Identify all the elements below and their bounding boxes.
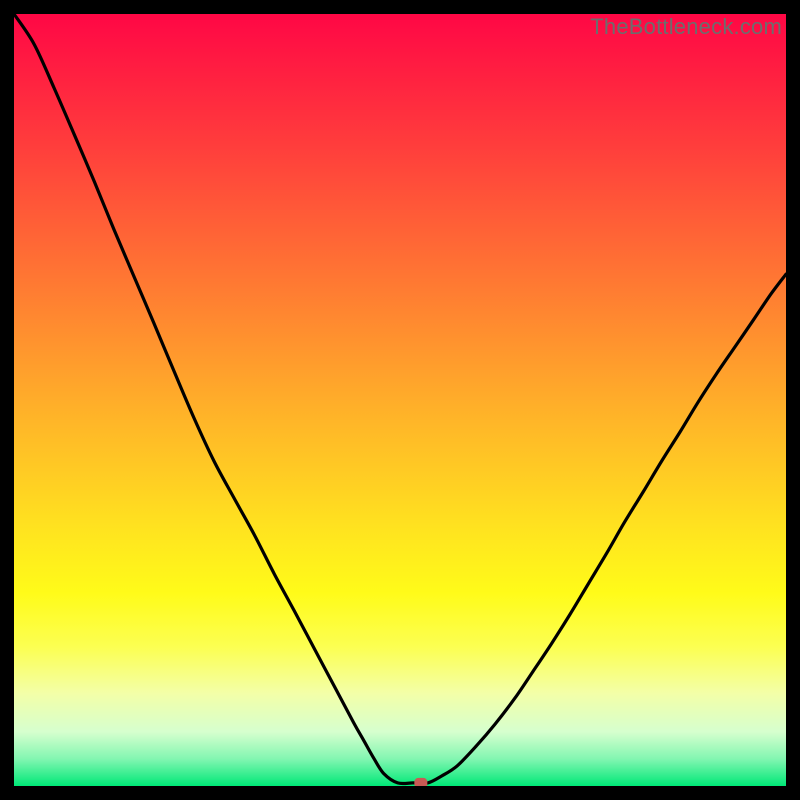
chart-frame: TheBottleneck.com [14,14,786,786]
gradient-background [14,14,786,786]
watermark-text: TheBottleneck.com [590,14,782,40]
bottleneck-chart [14,14,786,786]
optimal-point-marker [414,778,427,786]
